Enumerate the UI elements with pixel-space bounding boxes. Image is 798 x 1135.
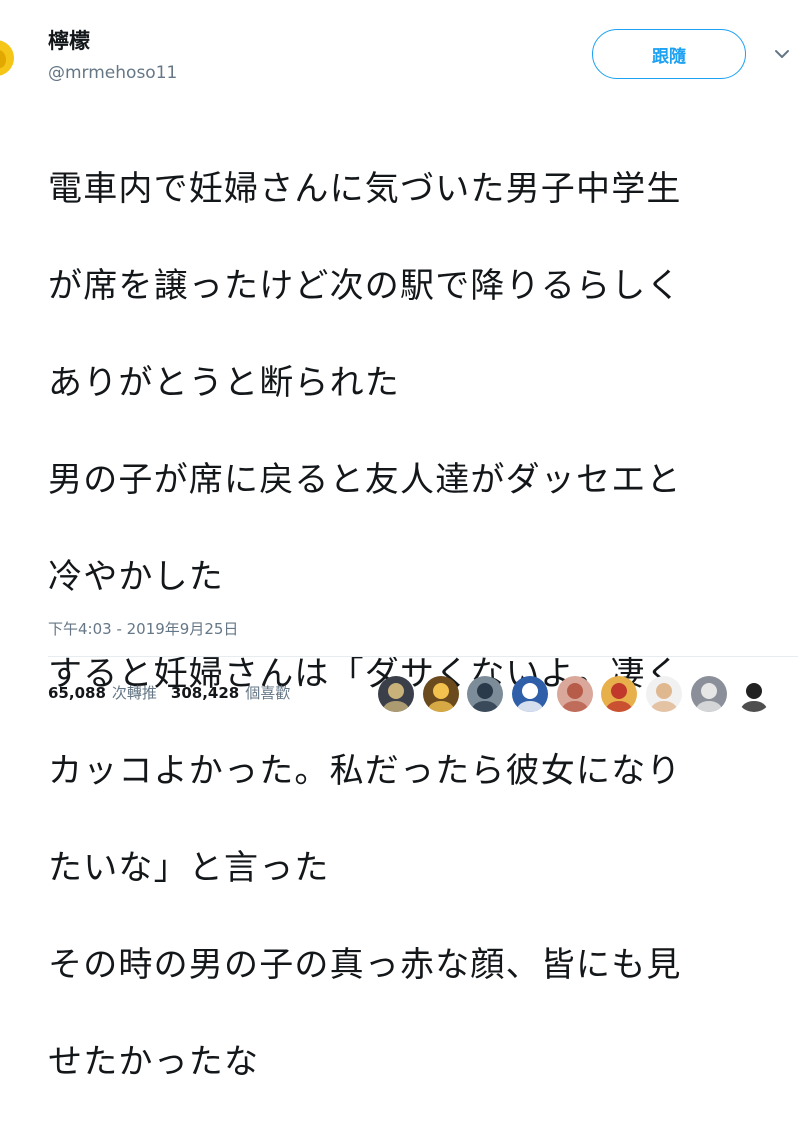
- author-avatar[interactable]: [0, 40, 14, 76]
- tweet-line: その時の男の子の真っ赤な顔、皆にも見: [48, 944, 682, 985]
- tweet-line: 冷やかした: [48, 556, 224, 597]
- liker-avatar-4[interactable]: [512, 676, 549, 712]
- liker-avatar-5[interactable]: [556, 676, 593, 712]
- author-display-name[interactable]: 檸檬: [48, 28, 90, 54]
- likes-count: 308,428: [170, 684, 240, 702]
- liker-avatar-7[interactable]: [646, 676, 683, 712]
- liker-avatar-6[interactable]: [601, 676, 638, 712]
- divider: [48, 656, 798, 657]
- tweet-line: たいな」と言った: [48, 847, 330, 888]
- author-handle[interactable]: @mrmehoso11: [48, 62, 177, 84]
- tweet-line: が席を譲ったけど次の駅で降りるらしく: [48, 265, 682, 306]
- tweet-timestamp[interactable]: 下午4:03 - 2019年9月25日: [48, 618, 238, 640]
- tweet-line: ありがとうと断られた: [48, 362, 400, 403]
- tweet-line: カッコよかった。私だったら彼女になり: [48, 750, 682, 791]
- tweet-line: 男の子が席に戻ると友人達がダッセエと: [48, 459, 682, 500]
- follow-button[interactable]: 跟隨: [592, 29, 746, 79]
- likers-avatars: [378, 676, 780, 712]
- liker-avatar-9[interactable]: [735, 676, 772, 712]
- retweets-label: 次轉推: [111, 684, 157, 702]
- tweet-stats: 65,088 次轉推 308,428 個喜歡: [48, 682, 304, 704]
- retweets-count: 65,088: [48, 684, 106, 702]
- liker-avatar-8[interactable]: [690, 676, 727, 712]
- liker-avatar-1[interactable]: [378, 676, 414, 712]
- likes-label: 個喜歡: [245, 684, 291, 702]
- tweet-line: せたかったな: [48, 1041, 260, 1082]
- likes-stat[interactable]: 308,428 個喜歡: [171, 682, 290, 704]
- tweet-line: 電車内で妊婦さんに気づいた男子中学生: [48, 168, 682, 209]
- retweets-stat[interactable]: 65,088 次轉推: [48, 682, 157, 704]
- liker-avatar-2[interactable]: [422, 676, 459, 712]
- chevron-down-icon[interactable]: [772, 44, 792, 64]
- liker-avatar-3[interactable]: [467, 676, 504, 712]
